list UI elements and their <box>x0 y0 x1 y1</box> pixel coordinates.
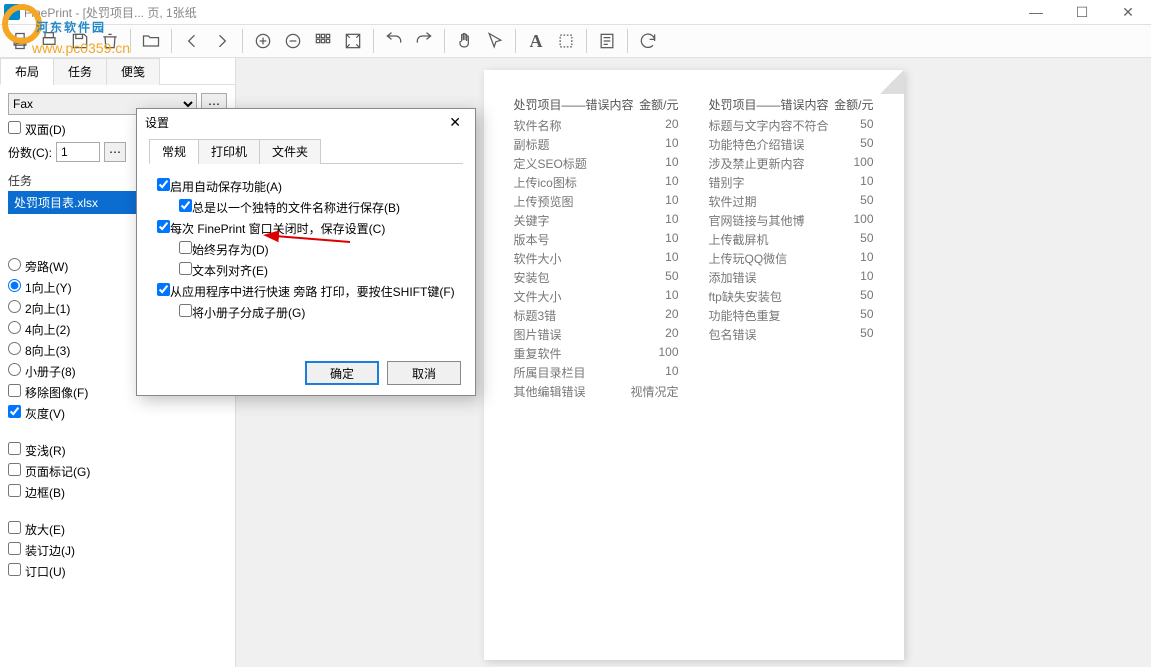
table-row: 软件过期50 <box>709 193 874 210</box>
dialog-tab-0[interactable]: 常规 <box>149 139 199 164</box>
layout-opt-11[interactable]: 边框(B) <box>8 484 65 501</box>
table-row: 官网链接与其他博100 <box>709 212 874 229</box>
trash-icon[interactable] <box>96 27 124 55</box>
side-tabs: 布局任务便笺 <box>0 58 235 85</box>
zoom-in-icon[interactable] <box>249 27 277 55</box>
duplex-check[interactable]: 双面(D) <box>8 121 66 138</box>
text-icon[interactable]: A <box>522 27 550 55</box>
table-row: 标题3错20 <box>514 307 679 324</box>
dialog-opt-0[interactable]: 启用自动保存功能(A) <box>157 178 282 195</box>
table-row: 功能特色介绍错误50 <box>709 136 874 153</box>
table-row: 包名错误50 <box>709 326 874 343</box>
table-row: 错别字10 <box>709 174 874 191</box>
redo-icon[interactable] <box>410 27 438 55</box>
table-row: 上传玩QQ微信10 <box>709 250 874 267</box>
table-row: 所属目录栏目10 <box>514 364 679 381</box>
app-icon <box>4 4 20 20</box>
table-row: 其他编辑错误视情况定 <box>514 383 679 400</box>
table-row: 添加错误10 <box>709 269 874 286</box>
side-tab-0[interactable]: 布局 <box>0 58 54 85</box>
table-row: 软件大小10 <box>514 250 679 267</box>
select-icon[interactable] <box>552 27 580 55</box>
table-row: 关键字10 <box>514 212 679 229</box>
table-row: 副标题10 <box>514 136 679 153</box>
minimize-icon[interactable]: — <box>1013 0 1059 24</box>
table-row: 软件名称20 <box>514 117 679 134</box>
settings-dialog: 设置 ✕ 常规打印机文件夹 启用自动保存功能(A) 总是以一个独特的文件名称进行保… <box>136 108 476 396</box>
dialog-tab-2[interactable]: 文件夹 <box>259 139 321 164</box>
zoom-out-icon[interactable] <box>279 27 307 55</box>
table-row: 上传ico图标10 <box>514 174 679 191</box>
print-icon[interactable] <box>6 27 34 55</box>
dialog-tab-1[interactable]: 打印机 <box>198 139 260 164</box>
table-row: 定义SEO标题10 <box>514 155 679 172</box>
table-row: 安装包50 <box>514 269 679 286</box>
print-all-icon[interactable] <box>36 27 64 55</box>
table-row: ftp缺失安装包50 <box>709 288 874 305</box>
layout-opt-10[interactable]: 页面标记(G) <box>8 463 90 480</box>
cancel-button[interactable]: 取消 <box>387 361 461 385</box>
dialog-opt-5[interactable]: 从应用程序中进行快速 旁路 打印，要按住SHIFT键(F) <box>157 283 455 300</box>
layout-opt-13[interactable]: 放大(E) <box>8 521 65 538</box>
layout-opt-0[interactable]: 旁路(W) <box>8 258 68 275</box>
pointer-icon[interactable] <box>481 27 509 55</box>
layout-opt-5[interactable]: 小册子(8) <box>8 363 76 380</box>
dialog-opt-2[interactable]: 每次 FinePrint 窗口关闭时，保存设置(C) <box>157 220 385 237</box>
titlebar: FinePrint - [处罚项目... 页, 1张纸 — ☐ ✕ <box>0 0 1151 24</box>
next-icon[interactable] <box>208 27 236 55</box>
layout-opt-4[interactable]: 8向上(3) <box>8 342 70 359</box>
layout-opt-15[interactable]: 订口(U) <box>8 563 66 580</box>
maximize-icon[interactable]: ☐ <box>1059 0 1105 24</box>
grid-icon[interactable] <box>309 27 337 55</box>
fit-icon[interactable] <box>339 27 367 55</box>
window-title: FinePrint - [处罚项目... 页, 1张纸 <box>24 4 197 21</box>
table-row: 涉及禁止更新内容100 <box>709 155 874 172</box>
dialog-opt-1[interactable]: 总是以一个独特的文件名称进行保存(B) <box>179 199 400 216</box>
page-fold-icon <box>880 70 904 94</box>
refresh-icon[interactable] <box>634 27 662 55</box>
table-row: 图片错误20 <box>514 326 679 343</box>
copies-label: 份数(C): <box>8 144 52 161</box>
page-preview[interactable]: 处罚项目——错误内容金额/元软件名称20副标题10定义SEO标题10上传ico图… <box>484 70 904 660</box>
layout-opt-3[interactable]: 4向上(2) <box>8 321 70 338</box>
table-row: 上传预览图10 <box>514 193 679 210</box>
layout-opt-14[interactable]: 装订边(J) <box>8 542 75 559</box>
prev-icon[interactable] <box>178 27 206 55</box>
copies-more-button[interactable]: ⋯ <box>104 142 126 162</box>
copies-input[interactable] <box>56 142 100 162</box>
dialog-title: 设置 <box>145 114 169 131</box>
layout-opt-9[interactable]: 变浅(R) <box>8 442 66 459</box>
dialog-opt-4[interactable]: 文本列对齐(E) <box>179 262 268 279</box>
table-row: 版本号10 <box>514 231 679 248</box>
notes-icon[interactable] <box>593 27 621 55</box>
table-row: 重复软件100 <box>514 345 679 362</box>
dialog-opt-3[interactable]: 始终另存为(D) <box>179 241 269 258</box>
layout-opt-2[interactable]: 2向上(1) <box>8 300 70 317</box>
toolbar: A <box>0 24 1151 58</box>
layout-opt-7[interactable]: 灰度(V) <box>8 405 65 422</box>
close-icon[interactable]: ✕ <box>1105 0 1151 24</box>
side-tab-1[interactable]: 任务 <box>53 58 107 85</box>
table-row: 功能特色重复50 <box>709 307 874 324</box>
side-tab-2[interactable]: 便笺 <box>106 58 160 85</box>
open-icon[interactable] <box>137 27 165 55</box>
table-row: 上传截屏机50 <box>709 231 874 248</box>
layout-opt-6[interactable]: 移除图像(F) <box>8 384 88 401</box>
save-icon[interactable] <box>66 27 94 55</box>
table-row: 标题与文字内容不符合50 <box>709 117 874 134</box>
hand-icon[interactable] <box>451 27 479 55</box>
undo-icon[interactable] <box>380 27 408 55</box>
dialog-opt-6[interactable]: 将小册子分成子册(G) <box>179 304 305 321</box>
table-row: 文件大小10 <box>514 288 679 305</box>
ok-button[interactable]: 确定 <box>305 361 379 385</box>
layout-opt-1[interactable]: 1向上(Y) <box>8 279 72 296</box>
dialog-close-icon[interactable]: ✕ <box>443 114 467 131</box>
